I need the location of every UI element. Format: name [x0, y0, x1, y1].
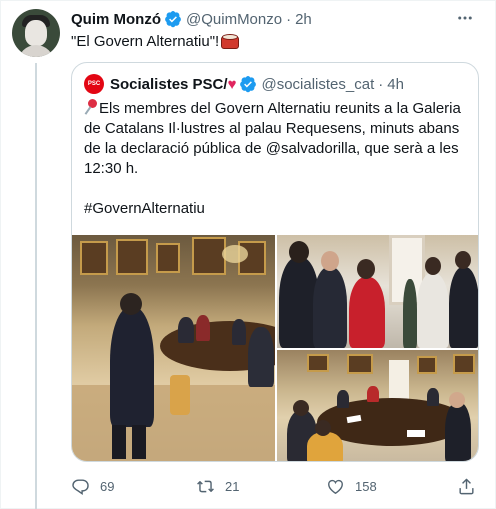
quoted-line: de la declaració pública de @salvadorill…	[84, 140, 459, 157]
author-name[interactable]: Quim Monzó	[71, 11, 161, 28]
tweet-time[interactable]: 2h	[295, 11, 312, 28]
quoted-text: Els membres del Govern Alternatiu reunit…	[84, 99, 476, 219]
thread-line	[35, 63, 37, 509]
verified-badge-icon	[240, 75, 257, 93]
heart-icon	[328, 479, 343, 494]
quoted-time: 4h	[387, 75, 404, 93]
tweet-header: Quim Monzó @QuimMonzo · 2h	[71, 9, 312, 29]
quoted-line: Els membres del Govern Alternatiu reunit…	[99, 100, 461, 117]
reply-count: 69	[100, 478, 115, 494]
like-button[interactable]: 158	[326, 475, 377, 497]
quoted-author-handle: @socialistes_cat	[261, 75, 375, 93]
quoted-author-name: Socialistes PSC/	[110, 75, 228, 93]
action-bar: 69 21 158	[71, 475, 487, 497]
quoted-line: de Catalans Il·lustres al palau Requesen…	[84, 120, 460, 137]
hashtag-link[interactable]: #GovernAlternatiu	[84, 200, 205, 217]
tweet-text: "El Govern Alternatiu"!	[71, 32, 240, 52]
reply-icon	[72, 478, 89, 495]
dot-separator: ·	[378, 75, 384, 93]
quoted-tweet[interactable]: PSC Socialistes PSC/♥ @socialistes_cat ·…	[71, 62, 479, 462]
heart-emoji-icon: ♥	[227, 75, 237, 93]
media-grid	[72, 235, 478, 461]
retweet-icon	[197, 480, 214, 492]
more-icon[interactable]	[455, 9, 475, 29]
photo-group-standing[interactable]	[277, 235, 478, 348]
pushpin-emoji-icon	[84, 99, 98, 115]
tweet-text-content: "El Govern Alternatiu"!	[71, 33, 220, 50]
photo-round-table[interactable]	[277, 350, 478, 461]
psc-logo: PSC	[84, 74, 104, 94]
drum-emoji-icon	[220, 34, 240, 49]
retweet-count: 21	[225, 478, 240, 494]
retweet-button[interactable]: 21	[196, 475, 239, 497]
like-count: 158	[355, 478, 377, 494]
tweet-card[interactable]: Quim Monzó @QuimMonzo · 2h "El Govern Al…	[0, 0, 496, 509]
share-button[interactable]	[457, 475, 486, 497]
avatar[interactable]	[12, 9, 60, 57]
quoted-line: 12:30 h.	[84, 160, 139, 177]
dot-separator: ·	[286, 10, 292, 28]
verified-badge-icon	[165, 10, 181, 28]
photo-gallery-meeting[interactable]	[72, 235, 275, 461]
author-handle[interactable]: @QuimMonzo	[186, 11, 282, 28]
share-icon	[459, 478, 474, 494]
quoted-header: PSC Socialistes PSC/♥ @socialistes_cat ·…	[84, 74, 404, 94]
reply-button[interactable]: 69	[71, 475, 114, 497]
